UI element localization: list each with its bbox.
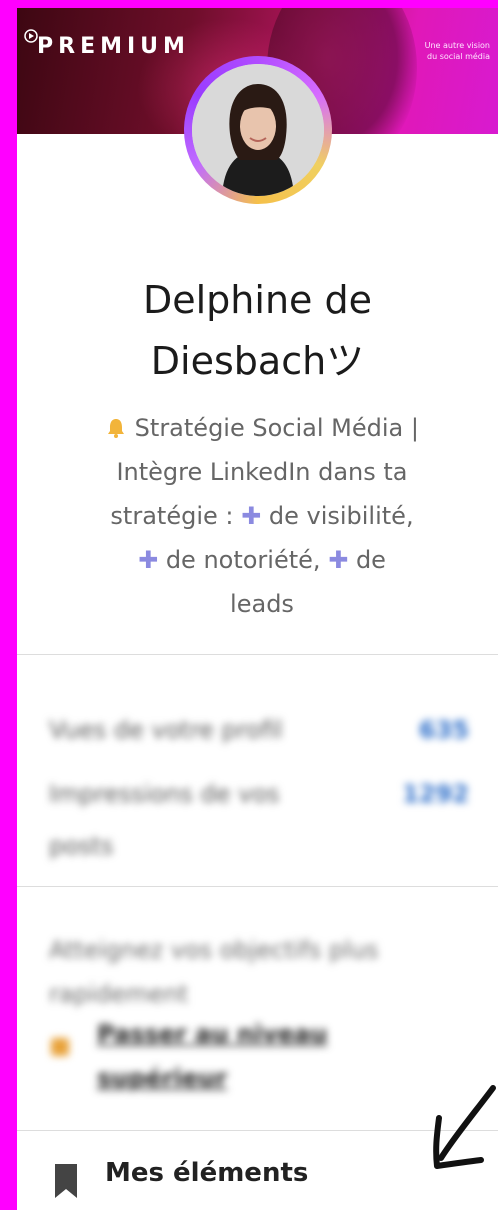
headline-part2: Intègre LinkedIn dans ta <box>116 458 408 486</box>
profile-name-line2: Diesbachツ <box>150 339 365 383</box>
stat-views-value: 635 <box>418 716 469 744</box>
arrow-annotation-icon <box>433 1085 496 1169</box>
banner-tagline: Une autre vision du social média <box>425 40 490 62</box>
plus-icon: ✚ <box>138 546 159 574</box>
profile-name-line1: Delphine de <box>142 278 372 322</box>
tagline-line2: du social média <box>427 52 490 61</box>
bookmark-icon <box>55 1164 77 1198</box>
stat-views-label: Vues de votre profil <box>49 716 283 744</box>
headline-part7: leads <box>230 590 294 618</box>
plus-icon: ✚ <box>241 502 262 530</box>
stat-impressions[interactable]: Impressions de vos posts 1292 <box>49 768 469 872</box>
headline-line3: stratégie : ✚ de visibilité, <box>57 494 467 538</box>
stat-views[interactable]: Vues de votre profil 635 <box>49 704 469 756</box>
profile-headline: Stratégie Social Média | Intègre LinkedI… <box>57 406 467 626</box>
avatar[interactable] <box>184 56 332 204</box>
divider <box>17 654 498 655</box>
headline-part1: Stratégie Social Média | <box>134 414 419 442</box>
my-items-label: Mes éléments <box>105 1158 309 1188</box>
stat-impressions-value: 1292 <box>402 780 469 808</box>
profile-stats: Vues de votre profil 635 Impressions de … <box>17 656 498 882</box>
headline-part4: de visibilité, <box>268 502 414 530</box>
headline-part6: de <box>355 546 386 574</box>
tagline-line1: Une autre vision <box>424 41 490 50</box>
headline-line4: ✚ de notoriété, ✚ de <box>57 538 467 582</box>
profile-name[interactable]: Delphine de Diesbachツ <box>17 270 498 392</box>
headline-part5: de notoriété, <box>165 546 321 574</box>
headline-line1: Stratégie Social Média | <box>57 406 467 450</box>
headline-part3: stratégie : <box>110 502 234 530</box>
stat-impressions-label: Impressions de vos posts <box>49 780 280 860</box>
promo-text: Atteignez vos objectifs plus rapidement <box>49 936 379 1008</box>
divider <box>17 886 498 887</box>
avatar-photo <box>192 64 324 196</box>
plus-icon: ✚ <box>328 546 349 574</box>
profile-card: PREMIUM Une autre vision du social média… <box>17 8 498 1210</box>
premium-label: PREMIUM <box>37 34 190 59</box>
bell-icon <box>108 419 125 438</box>
premium-badge-icon <box>51 1038 69 1056</box>
portrait-icon <box>192 64 324 196</box>
upgrade-link[interactable]: Passer au niveau supérieur <box>97 1012 397 1100</box>
